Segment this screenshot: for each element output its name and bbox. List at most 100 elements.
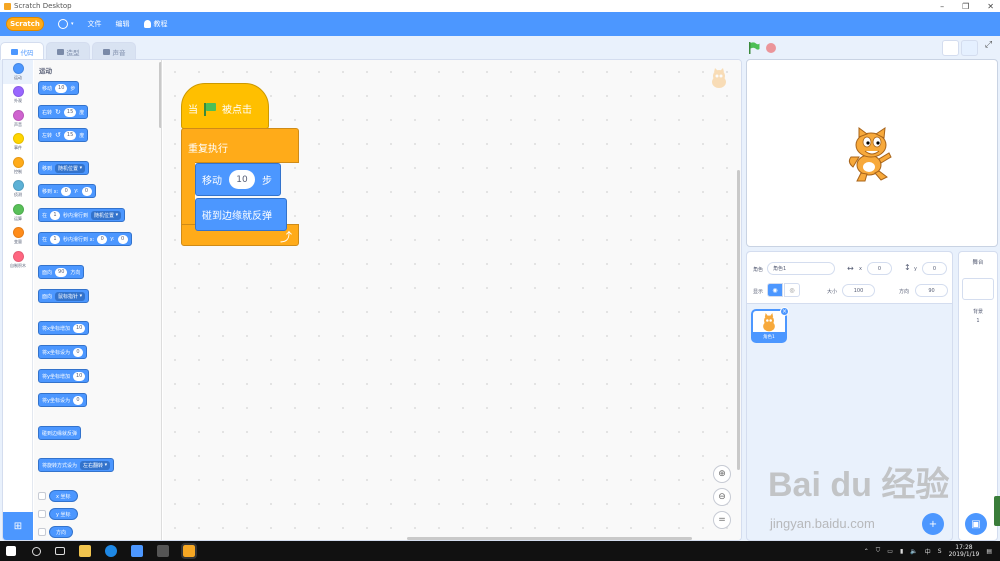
block-input[interactable]: 1 — [50, 234, 61, 244]
block-dropdown[interactable]: 随机位置 ▾ — [91, 210, 122, 220]
block-change-y[interactable]: 将y坐标增加 10 — [38, 369, 90, 383]
workspace-horizontal-scrollbar[interactable] — [407, 537, 692, 540]
tab-code[interactable]: 代码 — [0, 42, 44, 60]
block-input[interactable]: 10 — [72, 371, 86, 381]
monitor-checkbox[interactable] — [38, 528, 46, 536]
store-icon[interactable] — [157, 545, 169, 557]
block-input[interactable]: 0 — [61, 186, 72, 196]
block-input[interactable]: 0 — [117, 234, 128, 244]
ime-icon[interactable]: 中 — [925, 547, 931, 556]
size-input[interactable]: 100 — [842, 284, 875, 297]
block-bounce-script[interactable]: 碰到边缘就反弹 — [195, 198, 287, 231]
block-input[interactable]: 10 — [72, 323, 86, 333]
monitor-checkbox[interactable] — [38, 510, 46, 518]
add-sprite-button[interactable]: + — [922, 513, 944, 535]
hide-sprite-button[interactable]: ◎ — [784, 283, 800, 297]
direction-input[interactable]: 90 — [915, 284, 948, 297]
sprite-thumbnail[interactable]: 角色1 × — [751, 307, 789, 343]
reporter-y-position[interactable]: y 坐标 — [38, 507, 78, 521]
close-icon[interactable]: ✕ — [987, 2, 994, 11]
show-sprite-button[interactable]: ◉ — [767, 283, 783, 297]
maximize-icon[interactable]: ❐ — [962, 2, 969, 11]
block-change-x[interactable]: 将x坐标增加 10 — [38, 321, 90, 335]
tab-costumes[interactable]: 造型 — [46, 42, 90, 60]
block-move-steps[interactable]: 移动 10 步 — [38, 81, 80, 95]
sprite-cat[interactable] — [845, 127, 895, 183]
reporter-x-position[interactable]: x 坐标 — [38, 489, 78, 503]
block-input[interactable]: 15 — [63, 130, 77, 140]
category-control[interactable]: 控制 — [3, 154, 33, 178]
sprite-name-input[interactable]: 角色1 — [767, 262, 835, 275]
network-icon[interactable]: ▮ — [900, 548, 903, 555]
block-when-flag-clicked[interactable]: 当 被点击 — [181, 83, 269, 129]
scratch-taskbar-icon[interactable] — [131, 545, 143, 557]
category-sensing[interactable]: 侦测 — [3, 178, 33, 202]
file-explorer-icon[interactable] — [79, 545, 91, 557]
block-turn-right[interactable]: 右转 ↻ 15 度 — [38, 105, 89, 119]
reporter-block[interactable]: x 坐标 — [49, 490, 78, 502]
input-method-icon[interactable]: S — [938, 548, 942, 555]
block-set-y[interactable]: 将y坐标设为 0 — [38, 393, 87, 407]
reporter-block[interactable]: 方向 — [49, 526, 74, 538]
notification-icon[interactable]: ▤ — [986, 548, 992, 555]
category-events[interactable]: 事件 — [3, 131, 33, 155]
category-sound[interactable]: 声音 — [3, 107, 33, 131]
zoom-reset-button[interactable]: = — [713, 511, 731, 529]
search-icon[interactable] — [32, 546, 41, 556]
task-view-icon[interactable] — [55, 547, 65, 555]
block-glide[interactable]: 在 1 秒内滑行到 随机位置 ▾ — [38, 208, 126, 222]
x-input[interactable]: 0 — [867, 262, 892, 275]
category-motion[interactable]: 运动 — [3, 60, 33, 84]
tutorials-menu[interactable]: 教程 — [143, 19, 168, 29]
chevron-up-icon[interactable]: ⌃ — [864, 548, 869, 555]
block-turn-left[interactable]: 左转 ↺ 15 度 — [38, 128, 89, 142]
palette-scrollbar[interactable] — [159, 62, 161, 128]
block-input[interactable]: 0 — [81, 186, 92, 196]
block-goto[interactable]: 移到 随机位置 ▾ — [38, 161, 90, 175]
block-input[interactable]: 1 — [50, 210, 61, 220]
block-input[interactable]: 0 — [72, 395, 83, 405]
shield-icon[interactable]: ⛉ — [876, 547, 881, 555]
block-dropdown[interactable]: 左右翻转 ▾ — [80, 460, 111, 470]
tab-sounds[interactable]: 声音 — [92, 42, 136, 60]
file-menu[interactable]: 文件 — [88, 19, 102, 29]
script-workspace[interactable]: 当 被点击 重复执行 ⤴ 移动 10 步 碰到边缘就反弹 ⊕ ⊖ = — [163, 60, 741, 540]
add-backdrop-button[interactable]: ▣ — [965, 513, 987, 535]
windows-start-icon[interactable] — [6, 546, 16, 556]
block-glide-xy[interactable]: 在 1 秒内滑行到 x: 0 y: 0 — [38, 232, 132, 246]
add-extension-button[interactable]: ⊞ — [3, 512, 33, 540]
block-point-direction[interactable]: 面向 90 方向 — [38, 265, 85, 279]
large-stage-button[interactable] — [961, 40, 978, 56]
block-input[interactable]: 90 — [55, 267, 68, 277]
fullscreen-icon[interactable]: ⤢ — [980, 40, 997, 56]
block-set-x[interactable]: 将x坐标设为 0 — [38, 345, 87, 359]
block-rotation-style[interactable]: 将旋转方式设为 左右翻转 ▾ — [38, 458, 115, 472]
block-point-towards[interactable]: 面向 鼠标指针 ▾ — [38, 289, 90, 303]
block-input[interactable]: 0 — [72, 347, 83, 357]
block-move-steps-script[interactable]: 移动 10 步 — [195, 163, 281, 196]
side-tab-handle[interactable] — [994, 496, 1000, 526]
block-dropdown[interactable]: 鼠标指针 ▾ — [55, 291, 86, 301]
zoom-out-button[interactable]: ⊖ — [713, 488, 731, 506]
language-menu[interactable]: ▾ — [58, 19, 74, 29]
block-input[interactable]: 0 — [97, 234, 108, 244]
scratch-desktop-app-icon[interactable] — [181, 543, 197, 559]
category-variables[interactable]: 变量 — [3, 225, 33, 249]
category-operators[interactable]: 运算 — [3, 201, 33, 225]
block-input[interactable]: 15 — [63, 107, 77, 117]
y-input[interactable]: 0 — [922, 262, 947, 275]
block-bounce[interactable]: 碰到边缘就反弹 — [38, 426, 82, 440]
backdrop-thumbnail[interactable] — [962, 278, 994, 300]
category-looks[interactable]: 外观 — [3, 84, 33, 108]
reporter-block[interactable]: y 坐标 — [49, 508, 78, 520]
block-goto-xy[interactable]: 移到 x: 0 y: 0 — [38, 184, 96, 198]
category-my-blocks[interactable]: 自制积木 — [3, 248, 33, 272]
delete-sprite-button[interactable]: × — [780, 307, 789, 316]
battery-icon[interactable]: ▭ — [887, 548, 893, 555]
edge-browser-icon[interactable] — [105, 545, 117, 557]
taskbar-clock[interactable]: 17:28 2019/1/19 — [949, 544, 980, 558]
volume-icon[interactable]: 🔈 — [910, 548, 917, 555]
monitor-checkbox[interactable] — [38, 492, 46, 500]
scratch-logo[interactable]: Scratch — [6, 17, 44, 31]
block-dropdown[interactable]: 随机位置 ▾ — [55, 163, 86, 173]
